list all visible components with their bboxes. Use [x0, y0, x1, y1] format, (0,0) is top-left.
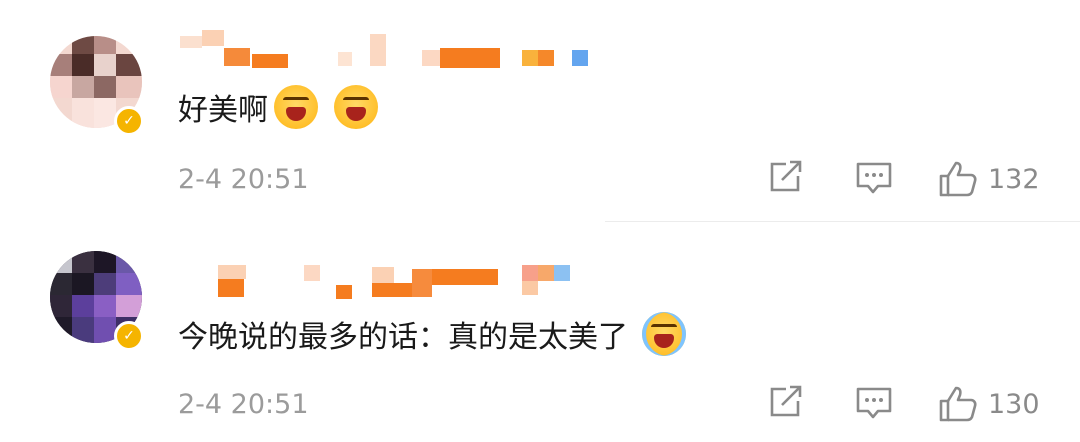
- laughing-emoji-icon: [334, 85, 378, 129]
- comment-item: ✓ 今晚说的最多的话：真的是太美了 2-4 20:51 130: [0, 221, 1080, 442]
- share-icon: [768, 385, 804, 419]
- comment-text: 今晚说的最多的话：真的是太美了: [178, 309, 686, 359]
- like-count: 132: [988, 163, 1040, 195]
- comment-icon: [855, 385, 893, 421]
- share-button[interactable]: [768, 385, 804, 419]
- like-icon: [938, 385, 978, 423]
- like-button[interactable]: 132: [938, 160, 1040, 198]
- share-icon: [768, 160, 804, 194]
- comment-text: 好美啊: [178, 82, 378, 132]
- verified-badge-icon: ✓: [114, 106, 144, 136]
- like-count: 130: [988, 388, 1040, 420]
- laugh-cry-emoji-icon: [642, 312, 686, 356]
- comment-timestamp: 2-4 20:51: [178, 389, 309, 420]
- comment-timestamp: 2-4 20:51: [178, 164, 309, 195]
- verified-badge-icon: ✓: [114, 321, 144, 351]
- reply-button[interactable]: [855, 160, 893, 196]
- reply-button[interactable]: [855, 385, 893, 421]
- comment-item: ✓ 好美啊 2-4 20:51 132: [0, 0, 1080, 221]
- like-button[interactable]: 130: [938, 385, 1040, 423]
- laughing-emoji-icon: [274, 85, 318, 129]
- share-button[interactable]: [768, 160, 804, 194]
- like-icon: [938, 160, 978, 198]
- comment-icon: [855, 160, 893, 196]
